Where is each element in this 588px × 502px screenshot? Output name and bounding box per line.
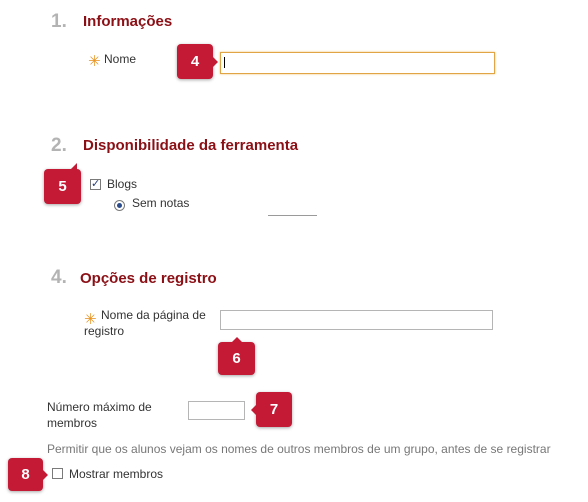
max-members-label: Número máximo de membros [47, 400, 152, 430]
blogs-checkbox[interactable] [90, 177, 101, 190]
show-members-description: Permitir que os alunos vejam os nomes de… [47, 442, 551, 456]
blogs-label: Blogs [107, 177, 138, 191]
divider-line [268, 215, 317, 216]
max-members-input[interactable] [188, 401, 245, 420]
show-members-label: Mostrar membros [69, 467, 164, 481]
sem-notas-radio[interactable] [114, 200, 125, 211]
step-number-2: 2. [51, 135, 67, 156]
callout-badge-5: 5 [44, 163, 81, 204]
sem-notas-label: Sem notas [132, 196, 190, 210]
name-input[interactable] [220, 52, 495, 74]
required-icon: ✳ [88, 53, 101, 70]
callout-badge-8: 8 [8, 458, 48, 491]
section-title-informacoes: Informações [83, 13, 173, 30]
step-number-1: 1. [51, 11, 67, 32]
callout-badge-4: 4 [177, 44, 218, 79]
callout-badge-6: 6 [218, 337, 255, 375]
callout-badge-7: 7 [251, 392, 292, 427]
section-title-disponibilidade: Disponibilidade da ferramenta [83, 137, 299, 154]
show-members-checkbox[interactable] [52, 468, 63, 479]
step-number-4: 4. [51, 267, 67, 288]
text-caret [224, 57, 225, 68]
section-title-opcoes-registro: Opções de registro [80, 270, 217, 287]
signup-page-name-input[interactable] [220, 310, 493, 330]
name-label: Nome [104, 52, 137, 66]
signup-page-name-label: Nome da página de registro [84, 308, 206, 338]
